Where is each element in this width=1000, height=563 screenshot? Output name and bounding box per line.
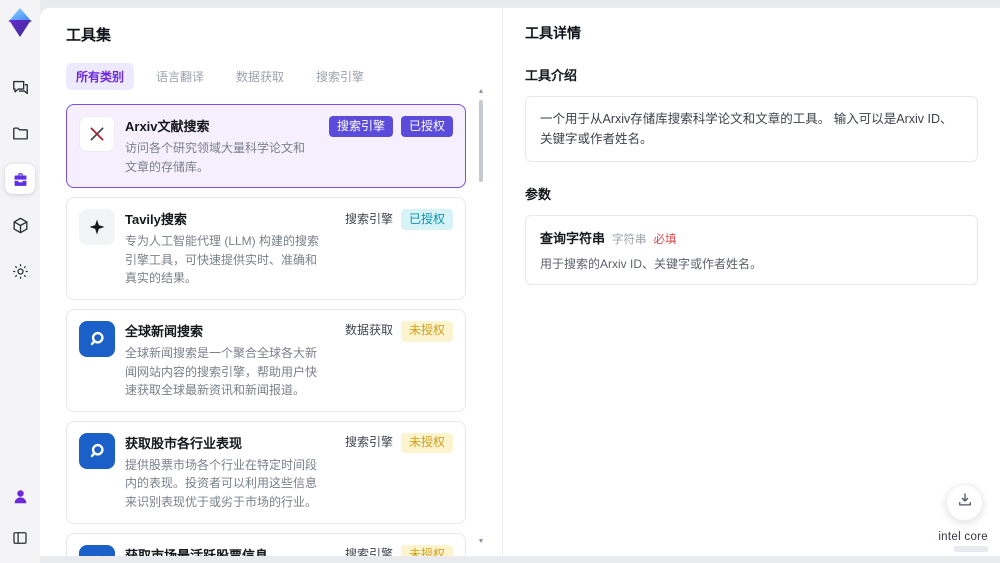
intel-core-logo: intel core <box>938 531 988 552</box>
main-panel: 工具集 所有类别 语言翻译 数据获取 搜索引擎 Arxiv文献搜索 访问各个研究… <box>40 8 1000 556</box>
tool-description: 访问各个研究领域大量科学论文和文章的存储库。 <box>125 141 306 174</box>
tool-title: Arxiv文献搜索 <box>125 119 210 134</box>
intel-core-logo-text: intel core <box>938 531 988 543</box>
parameter-name: 查询字符串 <box>540 231 606 246</box>
user-icon <box>11 487 30 506</box>
tool-card-body: Arxiv文献搜索 访问各个研究领域大量科学论文和文章的存储库。 <box>125 116 313 176</box>
tool-badges: 搜索引擎 未授权 <box>344 432 453 512</box>
tool-card-body: 获取市场最活跃股票信息 提供当天交易量最高的股票列表，投资者可以利用这些信息来识… <box>125 545 329 556</box>
download-button[interactable] <box>946 484 983 521</box>
tool-card[interactable]: 全球新闻搜索 全球新闻搜索是一个聚合全球各大新闻网站内容的搜索引擎，帮助用户快速… <box>66 308 466 412</box>
download-icon <box>956 491 974 514</box>
tool-auth-badge: 未授权 <box>400 432 453 454</box>
tool-auth-badge: 已授权 <box>400 116 453 137</box>
tool-list-pane: 工具集 所有类别 语言翻译 数据获取 搜索引擎 Arxiv文献搜索 访问各个研究… <box>40 8 503 556</box>
sidebar-item-profile[interactable] <box>5 481 35 511</box>
intro-heading: 工具介绍 <box>525 68 578 83</box>
parameter-required-badge: 必填 <box>653 234 677 246</box>
tool-title: Tavily搜索 <box>125 212 187 228</box>
tool-description: 提供股票市场各个行业在特定时间段内的表现。投资者可以利用这些信息来识别表现优于或… <box>125 457 318 509</box>
sidebar-nav <box>5 72 35 286</box>
cube-icon <box>11 216 30 235</box>
sidebar-item-chat[interactable] <box>5 72 35 102</box>
tool-title: 获取市场最活跃股票信息 <box>125 547 269 556</box>
category-tab[interactable]: 语言翻译 <box>146 63 214 90</box>
tool-detail-pane: 工具详情 工具介绍 一个用于从Arxiv存储库搜索科学论文和文章的工具。 输入可… <box>503 8 1000 556</box>
sidebar-bottom <box>5 481 35 553</box>
tool-category-badge: 搜索引擎 <box>328 116 393 137</box>
tool-card-body: Tavily搜索 专为人工智能代理 (LLM) 构建的搜索引擎工具，可快速提供实… <box>125 209 329 288</box>
category-tabs: 所有类别 语言翻译 数据获取 搜索引擎 <box>66 63 478 90</box>
parameter-card: 查询字符串 字符串 必填 用于搜索的Arxiv ID、关键字或作者姓名。 <box>525 215 978 285</box>
tool-auth-badge: 已授权 <box>400 209 453 230</box>
app-window: 工具集 所有类别 语言翻译 数据获取 搜索引擎 Arxiv文献搜索 访问各个研究… <box>0 0 1000 563</box>
sidebar <box>0 0 40 563</box>
params-heading: 参数 <box>525 187 552 202</box>
gear-icon <box>11 262 30 281</box>
tool-card[interactable]: Tavily搜索 专为人工智能代理 (LLM) 构建的搜索引擎工具，可快速提供实… <box>66 197 466 300</box>
tool-list: Arxiv文献搜索 访问各个研究领域大量科学论文和文章的存储库。 搜索引擎 已授… <box>66 104 478 556</box>
detail-title: 工具详情 <box>525 25 581 41</box>
sidebar-item-settings[interactable] <box>5 256 35 286</box>
tool-card[interactable]: 获取市场最活跃股票信息 提供当天交易量最高的股票列表，投资者可以利用这些信息来识… <box>66 532 466 556</box>
tool-category-badge: 搜索引擎 <box>344 211 393 226</box>
parameter-header: 查询字符串 字符串 必填 <box>540 228 963 247</box>
arxiv-icon <box>79 116 115 152</box>
panel-icon <box>11 529 29 547</box>
sidebar-item-tools[interactable] <box>5 164 35 194</box>
blue-search-icon <box>79 320 115 357</box>
app-logo-icon <box>6 8 34 38</box>
tool-badges: 搜索引擎 已授权 <box>328 116 453 176</box>
tool-auth-badge: 未授权 <box>400 320 453 342</box>
category-tab[interactable]: 搜索引擎 <box>306 63 374 90</box>
tool-auth-badge: 未授权 <box>400 544 453 556</box>
blue-search-icon <box>79 432 115 469</box>
category-tab[interactable]: 数据获取 <box>226 63 294 90</box>
blue-search-icon <box>79 544 115 556</box>
sidebar-item-collapse-panel[interactable] <box>5 523 35 553</box>
scrollbar-thumb[interactable] <box>479 100 483 182</box>
tool-badges: 搜索引擎 未授权 <box>344 544 453 556</box>
intel-core-logo-sub <box>954 546 988 552</box>
tool-title: 获取股市各行业表现 <box>125 435 243 451</box>
sidebar-item-files[interactable] <box>5 118 35 148</box>
category-tab[interactable]: 所有类别 <box>66 63 135 90</box>
tool-description: 专为人工智能代理 (LLM) 构建的搜索引擎工具，可快速提供实时、准确和真实的结… <box>125 234 320 286</box>
scroll-up-icon[interactable]: ▲ <box>478 88 485 96</box>
sidebar-item-models[interactable] <box>5 210 35 240</box>
tool-card-body: 获取股市各行业表现 提供股票市场各个行业在特定时间段内的表现。投资者可以利用这些… <box>125 433 329 512</box>
scroll-down-icon[interactable]: ▼ <box>478 538 485 546</box>
tool-category-badge: 搜索引擎 <box>344 435 393 450</box>
page-title: 工具集 <box>66 27 112 44</box>
folder-icon <box>11 124 30 143</box>
parameter-type: 字符串 <box>612 234 647 246</box>
tool-description: 全球新闻搜索是一个聚合全球各大新闻网站内容的搜索引擎，帮助用户快速获取全球最新资… <box>125 345 318 398</box>
tool-badges: 搜索引擎 已授权 <box>345 209 453 288</box>
tool-category-badge: 搜索引擎 <box>344 547 393 556</box>
list-scrollbar[interactable]: ▲ ▼ <box>476 88 486 546</box>
chat-icon <box>11 78 30 97</box>
toolbox-icon <box>11 170 30 189</box>
tool-title: 全球新闻搜索 <box>125 323 204 339</box>
tool-category-badge: 数据获取 <box>344 323 393 338</box>
sparkle-icon <box>79 209 115 246</box>
tool-card-body: 全球新闻搜索 全球新闻搜索是一个聚合全球各大新闻网站内容的搜索引擎，帮助用户快速… <box>125 321 329 400</box>
tool-card[interactable]: 获取股市各行业表现 提供股票市场各个行业在特定时间段内的表现。投资者可以利用这些… <box>66 420 466 524</box>
scrollbar-track[interactable] <box>479 96 483 538</box>
tool-card[interactable]: Arxiv文献搜索 访问各个研究领域大量科学论文和文章的存储库。 搜索引擎 已授… <box>66 104 466 189</box>
tool-badges: 数据获取 未授权 <box>344 320 453 400</box>
parameter-description: 用于搜索的Arxiv ID、关键字或作者姓名。 <box>540 257 763 271</box>
intro-text-box: 一个用于从Arxiv存储库搜索科学论文和文章的工具。 输入可以是Arxiv ID… <box>525 96 978 162</box>
